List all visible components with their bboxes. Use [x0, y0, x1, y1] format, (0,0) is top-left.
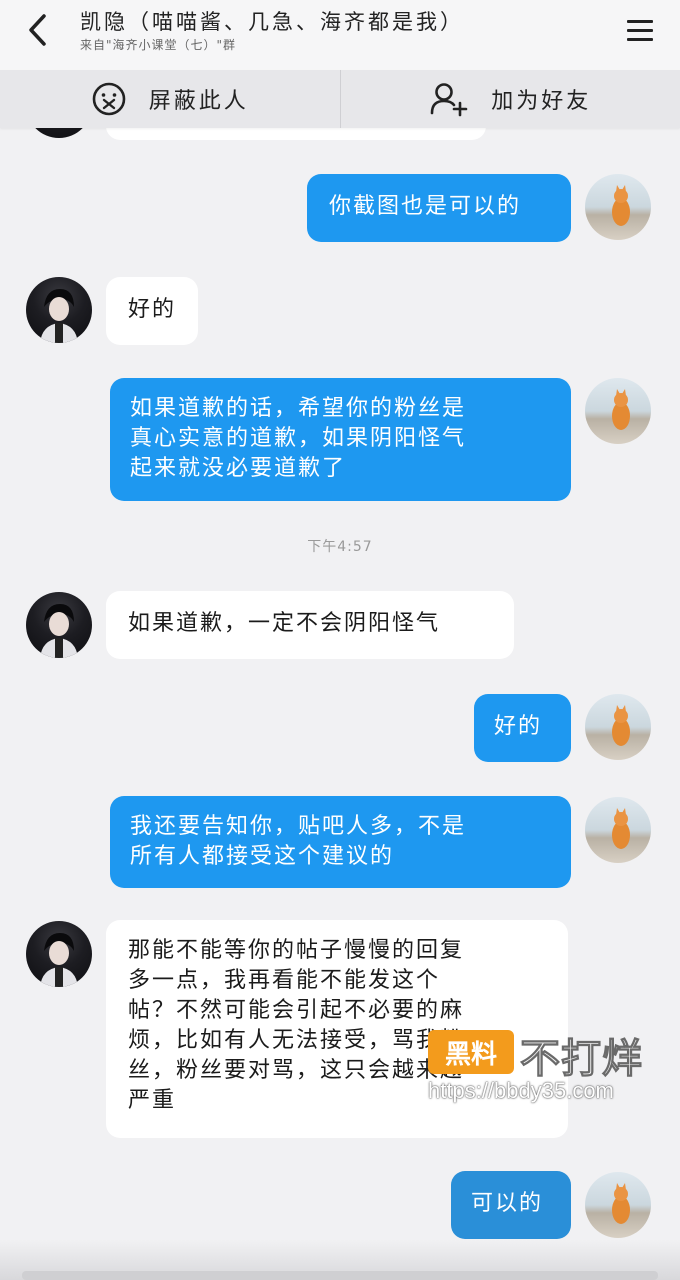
watermark: 黑料 不打烊 https://bbdy35.com — [428, 1030, 678, 1110]
hamburger-icon-line — [627, 37, 653, 41]
avatar[interactable] — [585, 694, 651, 760]
block-user-button[interactable]: 屏蔽此人 — [0, 70, 340, 128]
block-face-icon — [92, 82, 126, 116]
message-bubble: 你截图也是可以的 — [307, 174, 571, 242]
cat-photo-icon — [612, 185, 630, 226]
chevron-left-icon — [29, 14, 46, 46]
chat-title: 凯隐（喵喵酱、几急、海齐都是我） — [80, 10, 464, 34]
person-photo-icon — [40, 933, 78, 987]
hamburger-icon-line — [627, 19, 653, 23]
message-bubble: 我还要告知你，贴吧人多，不是 所有人都接受这个建议的 — [110, 796, 571, 888]
add-friend-button[interactable]: 加为好友 — [339, 70, 680, 128]
back-button[interactable] — [14, 6, 62, 54]
chat-subtitle: 来自"海齐小课堂（七）"群 — [80, 38, 237, 52]
cat-photo-icon — [612, 808, 630, 849]
avatar[interactable] — [26, 921, 92, 987]
action-bar: 屏蔽此人 加为好友 — [0, 70, 680, 128]
person-photo-icon — [40, 604, 78, 658]
message-timestamp: 下午4:57 — [307, 539, 373, 555]
cat-photo-icon — [612, 389, 630, 430]
watermark-badge: 黑料 — [428, 1030, 514, 1074]
avatar[interactable] — [585, 797, 651, 863]
watermark-name: 不打烊 — [520, 1036, 643, 1083]
watermark-url: https://bbdy35.com — [428, 1078, 614, 1103]
avatar[interactable] — [26, 592, 92, 658]
message-bubble: 可以的 — [451, 1171, 571, 1239]
message-bubble: 好的 — [106, 277, 198, 345]
message-bubble: 如果道歉的话，希望你的粉丝是 真心实意的道歉，如果阴阳怪气 起来就没必要道歉了 — [110, 378, 571, 501]
block-user-label: 屏蔽此人 — [148, 89, 249, 114]
menu-button[interactable] — [618, 10, 662, 50]
avatar[interactable] — [585, 174, 651, 240]
chat-header: 凯隐（喵喵酱、几急、海齐都是我） 来自"海齐小课堂（七）"群 — [0, 0, 680, 70]
message-bubble: 如果道歉，一定不会阴阳怪气 — [106, 591, 514, 659]
cat-photo-icon — [612, 705, 630, 746]
message-bubble: 好的 — [474, 694, 571, 762]
hamburger-icon-line — [627, 28, 653, 32]
input-bar-edge — [22, 1271, 658, 1280]
avatar[interactable] — [585, 378, 651, 444]
add-user-icon — [430, 83, 468, 117]
person-photo-icon — [40, 289, 78, 343]
avatar[interactable] — [26, 277, 92, 343]
avatar[interactable] — [585, 1172, 651, 1238]
cat-photo-icon — [612, 1183, 630, 1224]
add-friend-label: 加为好友 — [491, 89, 592, 114]
